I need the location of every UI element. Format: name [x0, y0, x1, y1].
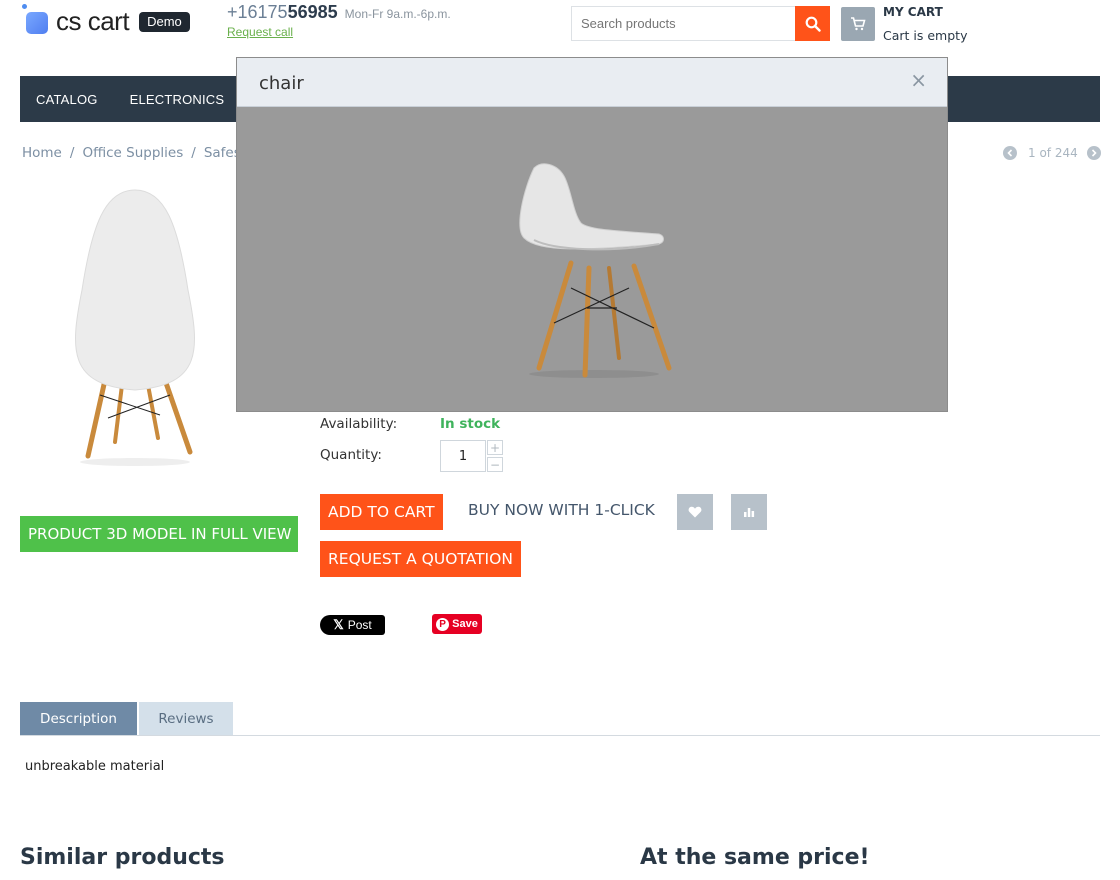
phone-strong: 56985 — [287, 2, 338, 22]
buy-now-one-click-button[interactable]: BUY NOW WITH 1-CLICK — [468, 501, 655, 519]
tab-reviews[interactable]: Reviews — [139, 702, 233, 736]
search-input[interactable] — [571, 6, 796, 41]
logo-text: cs cart — [56, 5, 130, 36]
same-price-title: At the same price! — [640, 845, 870, 870]
phone-prefix: +16175 — [227, 2, 288, 22]
logo-dot — [22, 4, 27, 9]
quantity-input[interactable] — [440, 440, 486, 472]
x-post-label: Post — [347, 618, 372, 632]
cart-button[interactable] — [841, 7, 875, 41]
tabs-divider — [20, 735, 1100, 736]
availability-label: Availability: — [320, 416, 398, 432]
image-preview-modal: chair × — [236, 57, 948, 412]
3d-model-button[interactable]: PRODUCT 3D MODEL IN FULL VIEW — [20, 516, 298, 552]
quantity-label: Quantity: — [320, 447, 382, 463]
description-text: unbreakable material — [25, 759, 165, 774]
cart-title[interactable]: MY CART — [883, 5, 943, 19]
demo-badge: Demo — [139, 12, 190, 32]
add-to-cart-button[interactable]: ADD TO CART — [320, 494, 443, 530]
cart-icon — [851, 17, 866, 31]
phone-number: +1617556985 Mon-Fr 9a.m.-6p.m. — [227, 2, 451, 23]
modal-chair-image — [519, 163, 672, 378]
chevron-left-icon — [1007, 149, 1013, 157]
prev-product-button[interactable] — [1003, 146, 1017, 160]
product-pager: 1 of 244 — [1003, 146, 1101, 160]
next-product-button[interactable] — [1086, 146, 1101, 160]
quantity-decrease-button[interactable]: − — [487, 457, 503, 472]
close-button[interactable]: × — [910, 70, 927, 90]
product-main-image[interactable] — [50, 180, 220, 470]
wishlist-button[interactable] — [677, 494, 713, 530]
request-call-link[interactable]: Request call — [227, 25, 293, 39]
logo[interactable]: cs cart Demo — [22, 4, 190, 36]
breadcrumb-separator: / — [191, 145, 196, 161]
availability-value: In stock — [440, 416, 501, 432]
chevron-right-icon — [1091, 149, 1097, 157]
x-logo-icon: 𝕏 — [333, 617, 344, 632]
similar-products-title: Similar products — [20, 845, 225, 870]
search-icon — [805, 16, 821, 32]
nav-item-electronics[interactable]: ELECTRONICS — [130, 92, 225, 107]
x-post-button[interactable]: 𝕏 Post — [320, 615, 385, 635]
bar-chart-icon — [744, 508, 755, 517]
breadcrumb-separator: / — [69, 145, 75, 161]
request-quotation-button[interactable]: REQUEST A QUOTATION — [320, 541, 521, 577]
compare-button[interactable] — [731, 494, 767, 530]
heart-icon — [688, 506, 702, 518]
pinterest-save-button[interactable]: P Save — [432, 614, 482, 634]
nav-item-catalog[interactable]: CATALOG — [36, 92, 98, 107]
breadcrumb: Home / Office Supplies / Safes — [22, 145, 241, 161]
tab-description[interactable]: Description — [20, 702, 137, 736]
breadcrumb-office-supplies[interactable]: Office Supplies — [82, 145, 183, 161]
modal-header: chair × — [237, 58, 947, 107]
breadcrumb-home[interactable]: Home — [22, 145, 62, 161]
quantity-increase-button[interactable]: + — [487, 440, 503, 455]
logo-icon — [26, 12, 48, 34]
phone-hours: Mon-Fr 9a.m.-6p.m. — [344, 7, 451, 21]
search-button[interactable] — [795, 6, 830, 41]
pinterest-icon: P — [436, 617, 450, 631]
pager-text: 1 of 244 — [1028, 146, 1078, 160]
modal-title: chair — [259, 73, 304, 94]
pin-save-label: Save — [452, 618, 478, 630]
cart-status: Cart is empty — [883, 28, 968, 43]
